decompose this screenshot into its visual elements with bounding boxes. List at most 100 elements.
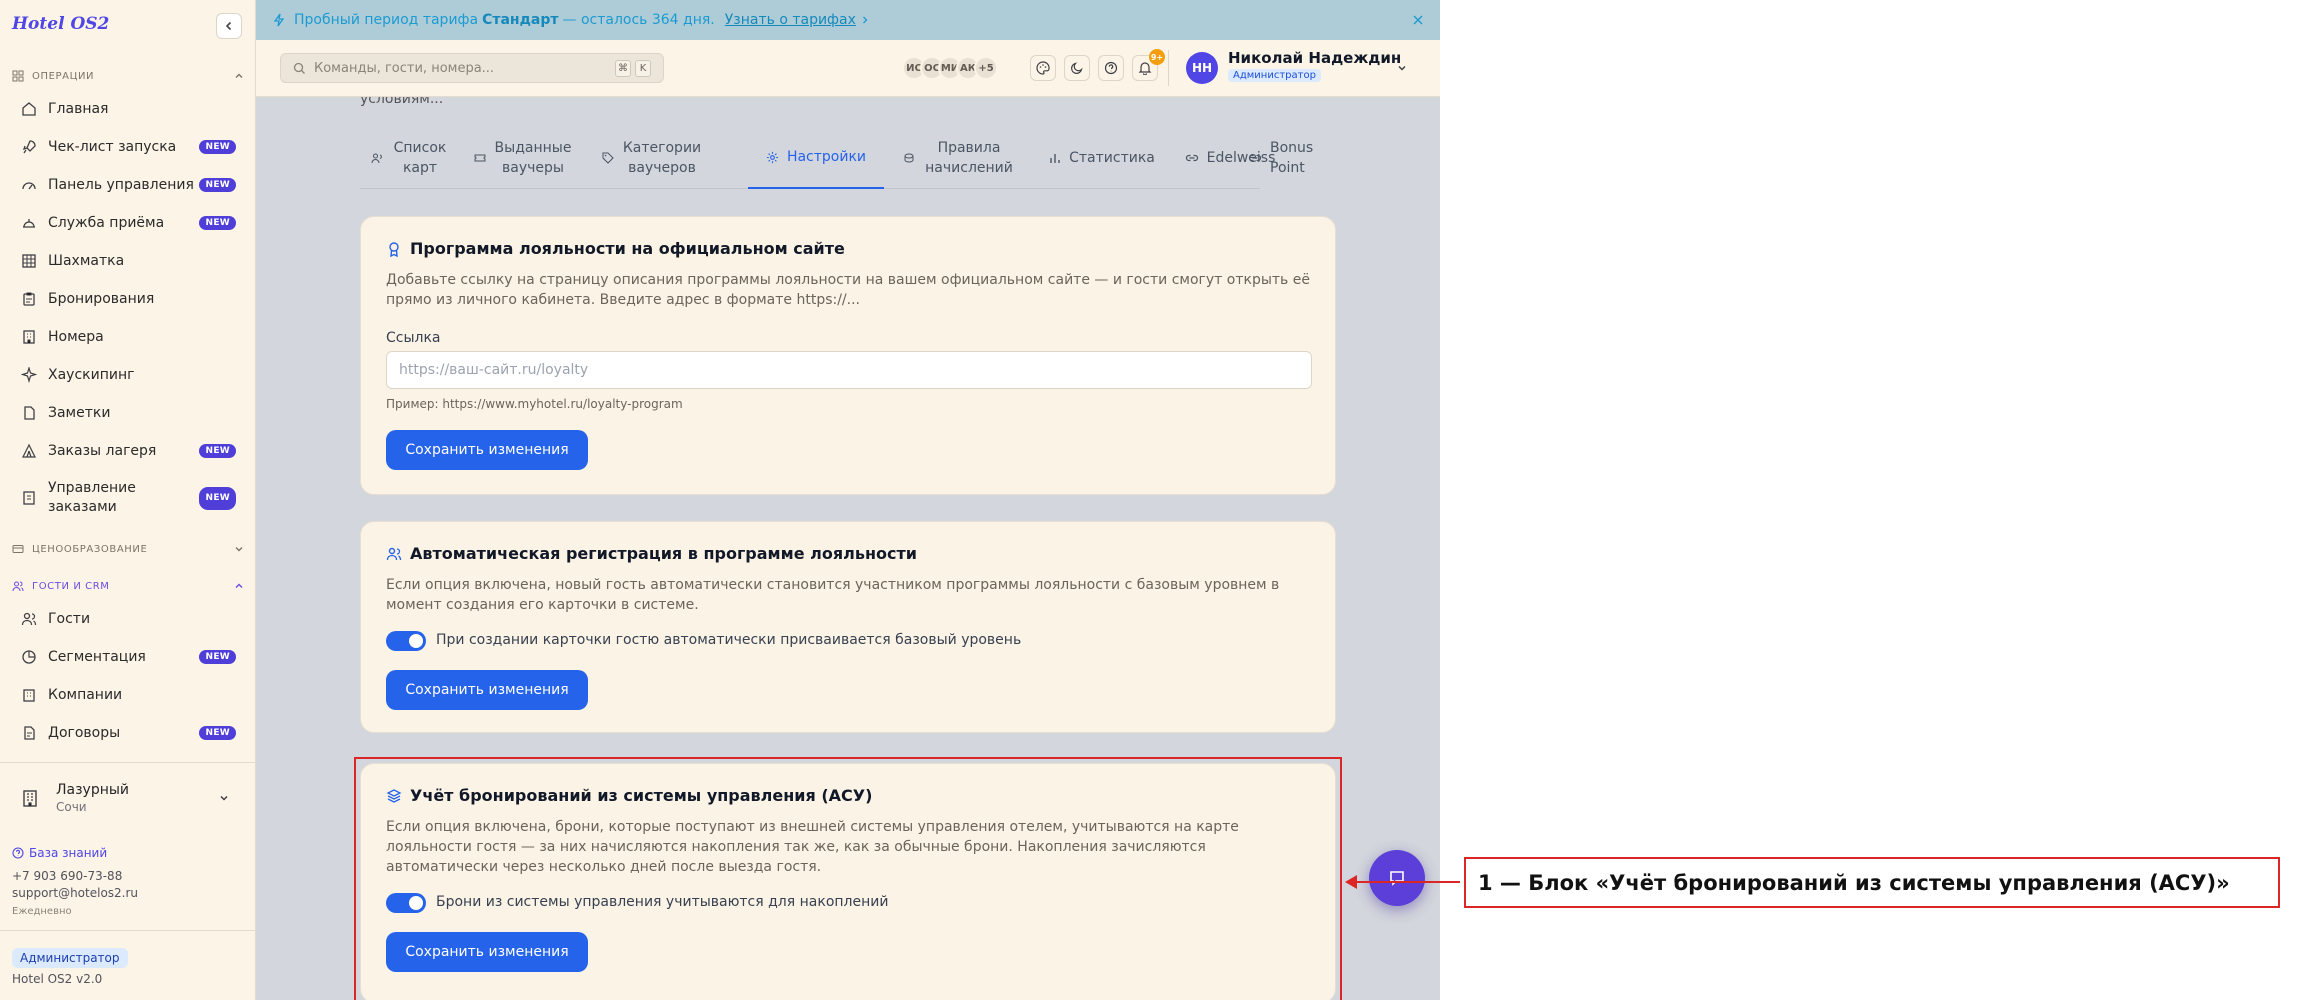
- sidebar-item-segmentation[interactable]: Сегментация NEW: [0, 639, 256, 675]
- user-name[interactable]: Николай Надеждин: [1228, 49, 1401, 67]
- sidebar-item-label: Главная: [48, 101, 109, 117]
- tab-voucher-categories[interactable]: Категории ваучеров: [592, 127, 712, 189]
- tab-issued-vouchers[interactable]: Выданные ваучеры: [468, 127, 578, 189]
- section-guests-crm[interactable]: ГОСТИ И CRM: [12, 577, 244, 595]
- toggle-label: При создании карточки гостю автоматическ…: [436, 632, 1022, 648]
- card-title: Программа лояльности на официальном сайт…: [386, 239, 845, 258]
- sidebar-item-label: Служба приёма: [48, 215, 165, 231]
- sidebar-item-label: Хаускипинг: [48, 367, 135, 383]
- bars-icon: [1049, 152, 1061, 164]
- new-badge: NEW: [199, 726, 236, 740]
- chevron-down-icon[interactable]: [1396, 62, 1408, 74]
- support-phone[interactable]: +7 903 690-73-88: [12, 869, 122, 883]
- ticket-icon: [474, 152, 486, 164]
- banner-text-pre: Пробный период тарифа: [294, 12, 479, 28]
- sidebar-item-chessboard[interactable]: Шахматка: [0, 243, 256, 279]
- close-icon[interactable]: [1412, 11, 1424, 30]
- company-icon: [20, 686, 38, 704]
- hotel-icon: [12, 788, 48, 808]
- section-pricing[interactable]: ЦЕНООБРАЗОВАНИЕ: [12, 540, 244, 558]
- tab-bonus-point[interactable]: Bonus Point: [1226, 127, 1356, 189]
- user-avatar[interactable]: НН: [1186, 52, 1218, 84]
- sidebar-item-home[interactable]: Главная: [0, 91, 256, 127]
- section-label: ЦЕНООБРАЗОВАНИЕ: [32, 543, 148, 555]
- auto-registration-toggle[interactable]: [386, 631, 426, 651]
- tariffs-link[interactable]: Узнать о тарифах: [725, 12, 856, 28]
- tag-icon: [602, 152, 614, 164]
- pms-bookings-toggle[interactable]: [386, 893, 426, 913]
- rocket-icon: [20, 138, 38, 156]
- card-description: Если опция включена, брони, которые пост…: [386, 819, 1239, 875]
- chevron-right-icon: [860, 15, 870, 25]
- sidebar-item-contracts[interactable]: Договоры NEW: [0, 715, 256, 751]
- sidebar: Hotel OS2 ОПЕРАЦИИ Главная Чек-лист запу…: [0, 0, 256, 1000]
- users-icon: [386, 546, 402, 562]
- new-badge: NEW: [199, 178, 236, 192]
- card-pms-bookings: Учёт бронирований из системы управления …: [360, 763, 1336, 1000]
- chevron-up-icon: [234, 71, 244, 81]
- tab-settings[interactable]: Настройки: [748, 127, 884, 189]
- card-title-text: Учёт бронирований из системы управления …: [410, 786, 873, 805]
- card-title: Автоматическая регистрация в программе л…: [386, 544, 917, 563]
- help-button[interactable]: [1098, 55, 1124, 81]
- theme-palette-button[interactable]: [1030, 55, 1056, 81]
- card-title-text: Автоматическая регистрация в программе л…: [410, 544, 917, 563]
- chat-fab-button[interactable]: [1369, 850, 1425, 906]
- user-role-badge: Администратор: [1228, 69, 1321, 82]
- support-email[interactable]: support@hotelos2.ru: [12, 886, 138, 900]
- section-label: ГОСТИ И CRM: [32, 580, 110, 592]
- contract-icon: [20, 724, 38, 742]
- sidebar-item-label: Панель управления: [48, 177, 194, 193]
- card-title-text: Программа лояльности на официальном сайт…: [410, 239, 845, 258]
- building-icon: [20, 328, 38, 346]
- field-hint: Пример: https://www.myhotel.ru/loyalty-p…: [386, 397, 683, 411]
- sidebar-item-reception[interactable]: Служба приёма NEW: [0, 205, 256, 241]
- avatar-more[interactable]: +5: [974, 56, 998, 80]
- card-description: Если опция включена, новый гость автомат…: [386, 577, 1280, 613]
- notifications-button[interactable]: 9+: [1132, 49, 1165, 81]
- divider: [1168, 50, 1169, 86]
- save-button[interactable]: Сохранить изменения: [386, 430, 588, 470]
- save-button[interactable]: Сохранить изменения: [386, 670, 588, 710]
- main-content: условиям... Список карт Выданные ваучеры…: [256, 97, 1440, 1000]
- tab-statistics[interactable]: Статистика: [1040, 127, 1164, 189]
- users-icon: [12, 579, 26, 593]
- hotel-city: Сочи: [56, 800, 87, 814]
- sidebar-item-notes[interactable]: Заметки: [0, 395, 256, 431]
- link-icon: [1185, 152, 1199, 164]
- loyalty-url-input[interactable]: [386, 351, 1312, 389]
- collapse-sidebar-button[interactable]: [216, 13, 242, 39]
- knowledge-base-link[interactable]: База знаний: [12, 846, 107, 860]
- trial-banner: Пробный период тарифа Стандарт — осталос…: [256, 0, 1440, 40]
- bell-icon: [1138, 62, 1152, 75]
- save-button[interactable]: Сохранить изменения: [386, 932, 588, 972]
- tab-label: Выданные ваучеры: [494, 140, 572, 176]
- help-circle-icon: [1104, 61, 1118, 75]
- hotel-selector[interactable]: Лазурный Сочи: [12, 772, 244, 824]
- tab-card-list[interactable]: Список карт: [360, 127, 460, 189]
- sidebar-item-order-management[interactable]: Управление заказами NEW: [0, 476, 256, 520]
- tab-accrual-rules[interactable]: Правила начислений: [894, 127, 1024, 189]
- tab-label: Статистика: [1069, 150, 1155, 166]
- app-version: Hotel OS2 v2.0: [12, 972, 103, 986]
- chevron-up-icon: [234, 581, 244, 591]
- dark-mode-button[interactable]: [1064, 55, 1090, 81]
- sidebar-item-dashboard[interactable]: Панель управления NEW: [0, 167, 256, 203]
- online-users[interactable]: ИС ОС МИ АК +5: [902, 56, 998, 80]
- card-description: Добавьте ссылку на страницу описания про…: [386, 272, 1310, 308]
- sidebar-item-bookings[interactable]: Бронирования: [0, 281, 256, 317]
- brand-logo[interactable]: Hotel OS2: [12, 14, 109, 34]
- sidebar-item-housekeeping[interactable]: Хаускипинг: [0, 357, 256, 393]
- card-icon: [12, 542, 26, 556]
- sidebar-item-rooms[interactable]: Номера: [0, 319, 256, 355]
- sidebar-item-companies[interactable]: Компании: [0, 677, 256, 713]
- sidebar-item-camp-orders[interactable]: Заказы лагеря NEW: [0, 433, 256, 469]
- sidebar-item-guests[interactable]: Гости: [0, 601, 256, 637]
- home-icon: [20, 100, 38, 118]
- command-search[interactable]: Команды, гости, номера... ⌘ K: [280, 53, 664, 83]
- section-operations[interactable]: ОПЕРАЦИИ: [12, 67, 244, 85]
- sidebar-item-launch-checklist[interactable]: Чек-лист запуска NEW: [0, 129, 256, 165]
- sparkle-icon: [20, 366, 38, 384]
- top-bar: Команды, гости, номера... ⌘ K ИС ОС МИ А…: [256, 40, 1440, 97]
- tab-label: Категории ваучеров: [622, 140, 702, 176]
